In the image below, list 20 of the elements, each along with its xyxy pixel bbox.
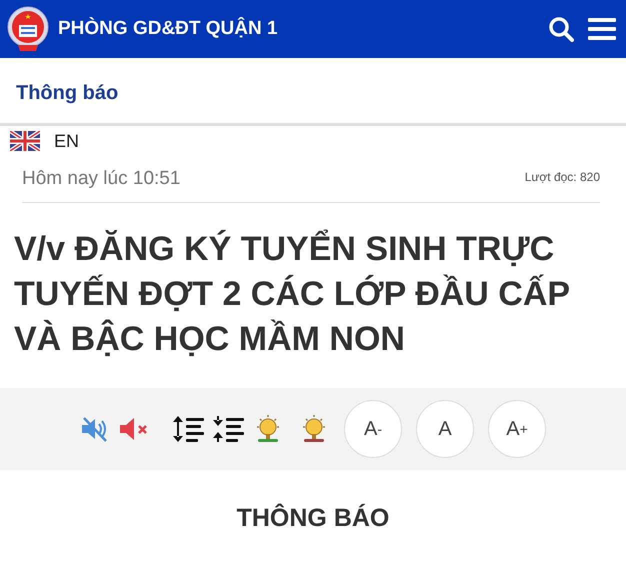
section-heading: THÔNG BÁO — [236, 504, 390, 533]
search-icon — [548, 16, 574, 42]
listen-button[interactable] — [80, 415, 110, 443]
decrease-line-spacing-button[interactable] — [212, 414, 244, 444]
breadcrumb-link[interactable]: Thông báo — [16, 82, 118, 104]
article-title: V/v ĐĂNG KÝ TUYỂN SINH TRỰC TUYẾN ĐỢT 2 CÁC LỚP ĐẦU CẤP VÀ BẬC HỌC MẦM NON — [14, 228, 570, 360]
post-time: Hôm nay lúc 10:51 — [22, 168, 180, 190]
site-title: PHÒNG GD&ĐT QUẬN 1 — [58, 18, 279, 40]
line-spacing-icon — [212, 414, 244, 444]
speaker-off-icon — [80, 415, 110, 443]
language-link[interactable]: EN — [54, 130, 80, 152]
increase-line-spacing-button[interactable] — [172, 414, 204, 444]
font-size-button[interactable]: A — [416, 400, 474, 458]
menu-button[interactable] — [588, 17, 616, 41]
search-button[interactable] — [548, 16, 574, 42]
uk-flag-icon[interactable] — [10, 131, 40, 151]
logo-icon — [6, 5, 50, 53]
line-spacing-icon — [172, 414, 204, 444]
menu-icon — [588, 17, 616, 41]
view-count: Lượt đọc: 820 — [524, 170, 600, 184]
